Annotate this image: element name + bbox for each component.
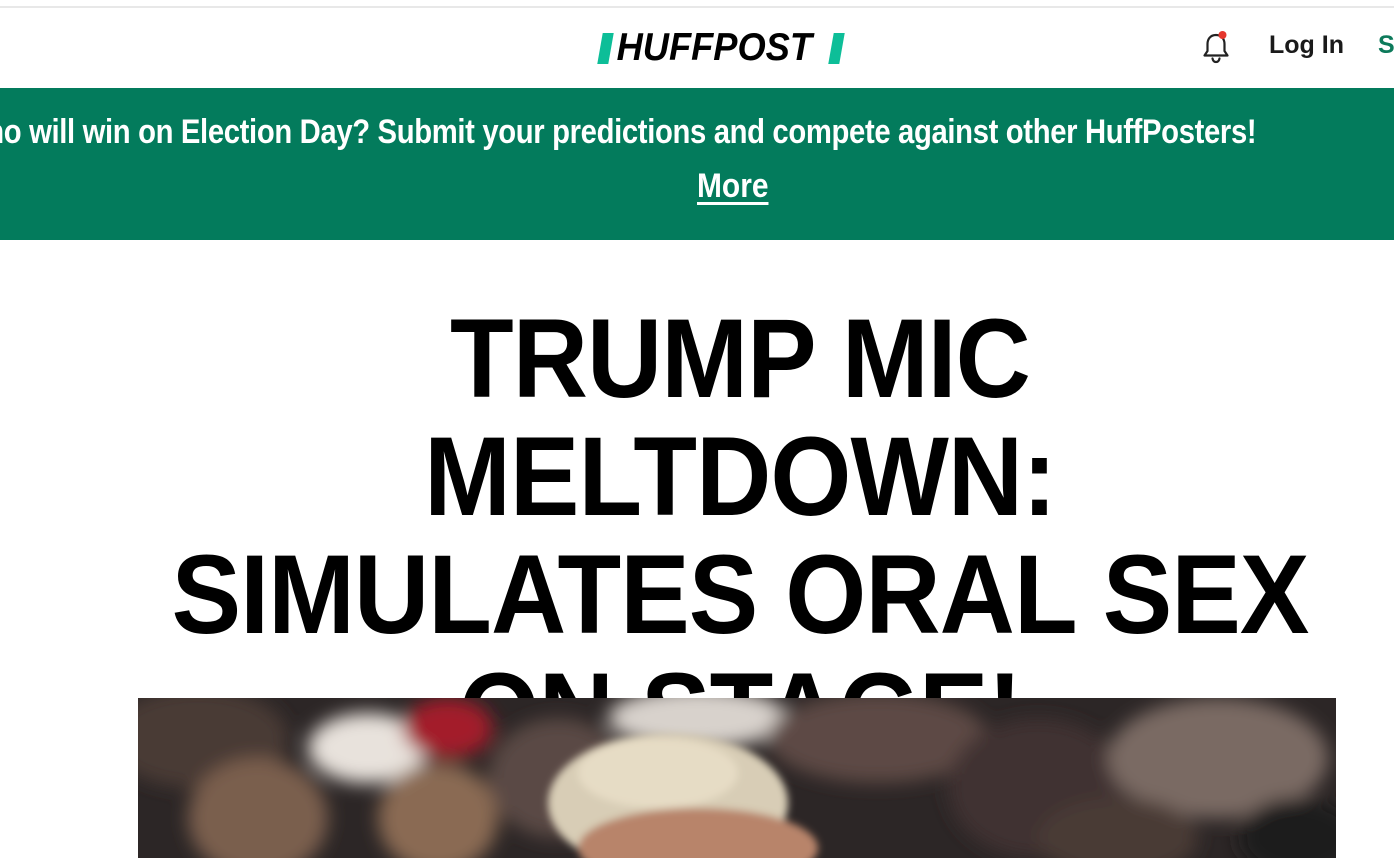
- bell-icon[interactable]: [1201, 30, 1231, 66]
- banner-more-link[interactable]: More: [697, 167, 768, 206]
- notification-dot: [1218, 31, 1227, 39]
- browser-top-edge: [0, 0, 1394, 8]
- logo-right-bar: [828, 32, 845, 64]
- logo-text: HUFFPOST: [616, 26, 813, 69]
- banner-message: Who will win on Election Day? Submit you…: [0, 113, 1257, 151]
- article-hero-image: [138, 698, 1336, 858]
- banner-text-clip: Who will win on Election Day? Submit you…: [0, 88, 1394, 240]
- huffpost-logo[interactable]: HUFFPOST: [597, 26, 845, 69]
- hero-photo-blur: [138, 698, 1336, 858]
- signup-link[interactable]: S: [1378, 31, 1394, 60]
- login-link[interactable]: Log In: [1269, 31, 1344, 60]
- site-header: HUFFPOST Log In S: [0, 8, 1394, 88]
- election-prediction-banner: Who will win on Election Day? Submit you…: [0, 88, 1394, 240]
